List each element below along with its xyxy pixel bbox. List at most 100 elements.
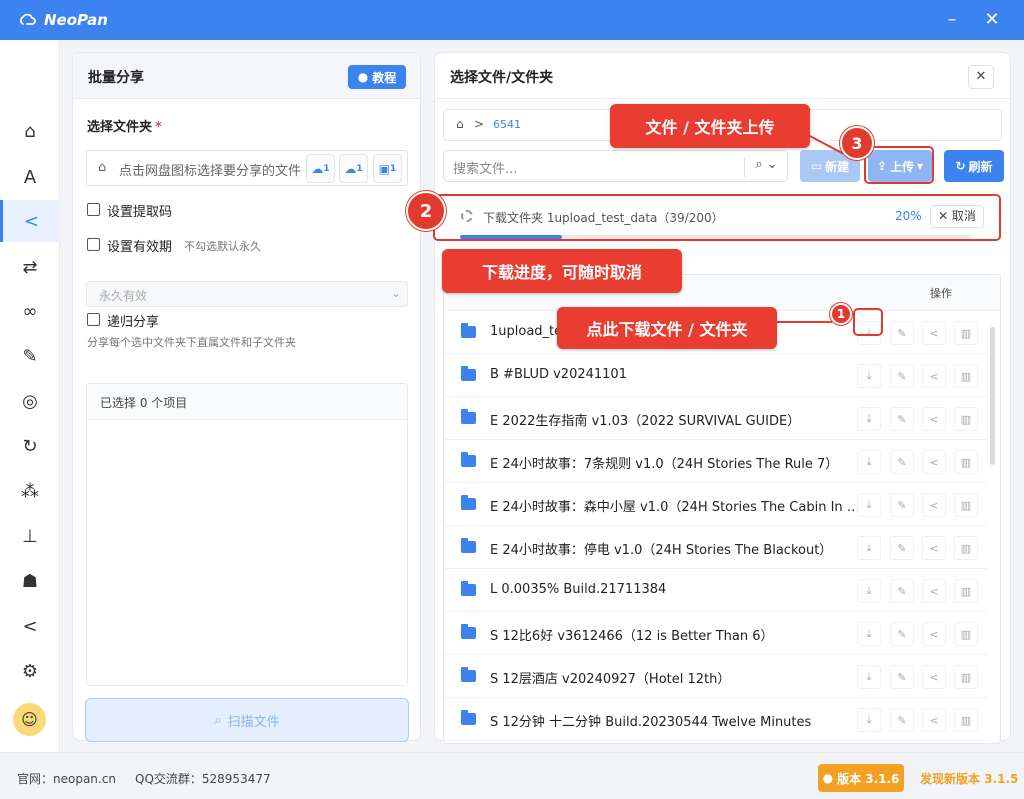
sidebar-item-share[interactable]: < <box>0 200 60 242</box>
sidebar-item-font[interactable]: A <box>0 156 60 198</box>
aliyun-disk-button[interactable]: ☁ 1 <box>339 154 368 183</box>
progress-highlight <box>433 194 1001 241</box>
edit-icon[interactable]: ✎ <box>890 665 914 689</box>
trash-icon[interactable]: ▥ <box>954 665 978 689</box>
sidebar-item-transfer[interactable]: ⇄ <box>0 246 60 288</box>
download-icon[interactable]: ⤓ <box>857 579 881 603</box>
expiry-checkbox[interactable] <box>87 238 100 251</box>
download-highlight <box>853 308 883 336</box>
share-icon[interactable]: < <box>922 493 946 517</box>
trash-icon[interactable]: ▥ <box>954 708 978 732</box>
table-row[interactable]: E 2022生存指南 v1.03（2022 SURVIVAL GUIDE） ⤓ ✎ <… <box>444 397 987 440</box>
tutorial-button[interactable]: ● 教程 <box>348 65 406 89</box>
breadcrumb-item[interactable]: 6541 <box>493 118 521 131</box>
share-icon[interactable]: < <box>922 579 946 603</box>
title-bar: NeoPan – ✕ <box>0 0 1024 40</box>
share-icon[interactable]: < <box>922 622 946 646</box>
share-icon[interactable]: < <box>922 536 946 560</box>
version-button[interactable]: ● 版本 3.1.6 <box>818 764 904 792</box>
edit-icon[interactable]: ✎ <box>890 493 914 517</box>
extract-code-checkbox[interactable] <box>87 203 100 216</box>
trash-icon[interactable]: ▥ <box>954 622 978 646</box>
download-icon[interactable]: ⤓ <box>857 536 881 560</box>
edit-icon[interactable]: ✎ <box>890 364 914 388</box>
folder-select-input[interactable]: ⌂ 点击网盘图标选择要分享的文件夹 ☁ 1 ☁ 1 ▣ 1 <box>86 150 408 186</box>
scan-files-label: 扫描文件 <box>227 714 280 730</box>
edit-icon[interactable]: ✎ <box>890 708 914 732</box>
table-row[interactable]: E 24小时故事：森中小屋 v1.0（24H Stories The Cabin… <box>444 483 987 526</box>
sidebar: ⌂ A < ⇄ ∞ ✎ ◎ ↻ ⁂ ⊥ ☗ < ⚙ ☺ <box>0 40 60 752</box>
share-icon[interactable]: < <box>922 321 946 345</box>
minimize-button[interactable]: – <box>940 8 964 32</box>
home-icon[interactable]: ⌂ <box>456 117 464 131</box>
sidebar-item-robot[interactable]: ☗ <box>0 560 60 602</box>
edit-icon[interactable]: ✎ <box>890 407 914 431</box>
download-icon[interactable]: ⤓ <box>857 708 881 732</box>
sidebar-item-sitemap[interactable]: ⊥ <box>0 515 60 557</box>
share-icon[interactable]: < <box>922 364 946 388</box>
scrollbar[interactable] <box>990 327 995 465</box>
download-icon[interactable]: ⤓ <box>857 364 881 388</box>
download-icon[interactable]: ⤓ <box>857 407 881 431</box>
edit-icon[interactable]: ✎ <box>890 579 914 603</box>
sidebar-item-link[interactable]: ∞ <box>0 290 60 332</box>
callout-download: 点此下载文件 / 文件夹 <box>557 307 777 349</box>
expiry-select[interactable]: 永久有效 ⌄ <box>86 281 408 307</box>
sidebar-item-target[interactable]: ◎ <box>0 380 60 422</box>
version-label: 版本 3.1.6 <box>837 771 900 786</box>
sidebar-item-brush[interactable]: ✎ <box>0 335 60 377</box>
share-icon[interactable]: < <box>922 665 946 689</box>
edit-icon[interactable]: ✎ <box>890 622 914 646</box>
folder-icon <box>461 323 476 338</box>
search-input[interactable]: 搜索文件... ⌕ ⌄ <box>443 150 788 182</box>
expiry-label: 设置有效期 <box>107 240 173 255</box>
app-name: NeoPan <box>44 11 108 29</box>
table-row[interactable]: B #BLUD v20241101 ⤓ ✎ < ▥ <box>444 354 987 397</box>
table-row[interactable]: L 0.0035% Build.21711384 ⤓ ✎ < ▥ <box>444 569 987 612</box>
selected-count: 已选择 0 个项目 <box>87 384 407 420</box>
trash-icon[interactable]: ▥ <box>954 536 978 560</box>
avatar[interactable]: ☺ <box>13 703 46 736</box>
search-icon[interactable]: ⌕ ⌄ <box>744 157 788 177</box>
trash-icon[interactable]: ▥ <box>954 407 978 431</box>
sidebar-item-home[interactable]: ⌂ <box>0 110 60 152</box>
edit-icon[interactable]: ✎ <box>890 536 914 560</box>
edit-icon[interactable]: ✎ <box>890 321 914 345</box>
share-icon[interactable]: < <box>922 450 946 474</box>
sidebar-item-settings[interactable]: ⚙ <box>0 650 60 692</box>
trash-icon[interactable]: ▥ <box>954 364 978 388</box>
website-text[interactable]: 官网：neopan.cn <box>17 770 116 787</box>
sidebar-item-share-nodes[interactable]: < <box>0 605 60 647</box>
share-icon[interactable]: < <box>922 708 946 732</box>
115-disk-button[interactable]: ▣ 1 <box>373 154 402 183</box>
panel-close-button[interactable]: ✕ <box>968 65 994 89</box>
step-badge-2: 2 <box>406 191 446 231</box>
table-row[interactable]: E 24小时故事：7条规则 v1.0（24H Stories The Rule … <box>444 440 987 483</box>
trash-icon[interactable]: ▥ <box>954 579 978 603</box>
new-version-link[interactable]: 发现新版本 3.1.5 <box>920 770 1018 787</box>
share-icon[interactable]: < <box>922 407 946 431</box>
refresh-button[interactable]: ↻ 刷新 <box>944 150 1004 182</box>
table-row[interactable]: E 24小时故事：停电 v1.0（24H Stories The Blackou… <box>444 526 987 569</box>
trash-icon[interactable]: ▥ <box>954 493 978 517</box>
table-row[interactable]: S 12分钟 十二分钟 Build.20230544 Twelve Minute… <box>444 698 987 741</box>
brush-icon: ✎ <box>22 345 38 367</box>
baidu-disk-button[interactable]: ☁ 1 <box>306 154 335 183</box>
sidebar-item-users[interactable]: ⁂ <box>0 470 60 512</box>
download-icon[interactable]: ⤓ <box>857 450 881 474</box>
download-icon[interactable]: ⤓ <box>857 622 881 646</box>
sidebar-item-sync[interactable]: ↻ <box>0 425 60 467</box>
search-placeholder: 搜索文件... <box>453 162 518 177</box>
trash-icon[interactable]: ▥ <box>954 450 978 474</box>
window-close-button[interactable]: ✕ <box>980 8 1004 32</box>
trash-icon[interactable]: ▥ <box>954 321 978 345</box>
recursive-checkbox[interactable] <box>87 313 100 326</box>
scan-files-button[interactable]: ⌕ 扫描文件 <box>85 698 409 742</box>
edit-icon[interactable]: ✎ <box>890 450 914 474</box>
table-row[interactable]: S 12层酒店 v20240927（Hotel 12th） ⤓ ✎ < ▥ <box>444 655 987 698</box>
share-nodes-icon: < <box>22 615 38 637</box>
table-row[interactable]: S 12比6好 v3612466（12 is Better Than 6） ⤓ ✎ <… <box>444 612 987 655</box>
download-icon[interactable]: ⤓ <box>857 665 881 689</box>
selected-items-box: 已选择 0 个项目 <box>86 383 408 686</box>
download-icon[interactable]: ⤓ <box>857 493 881 517</box>
